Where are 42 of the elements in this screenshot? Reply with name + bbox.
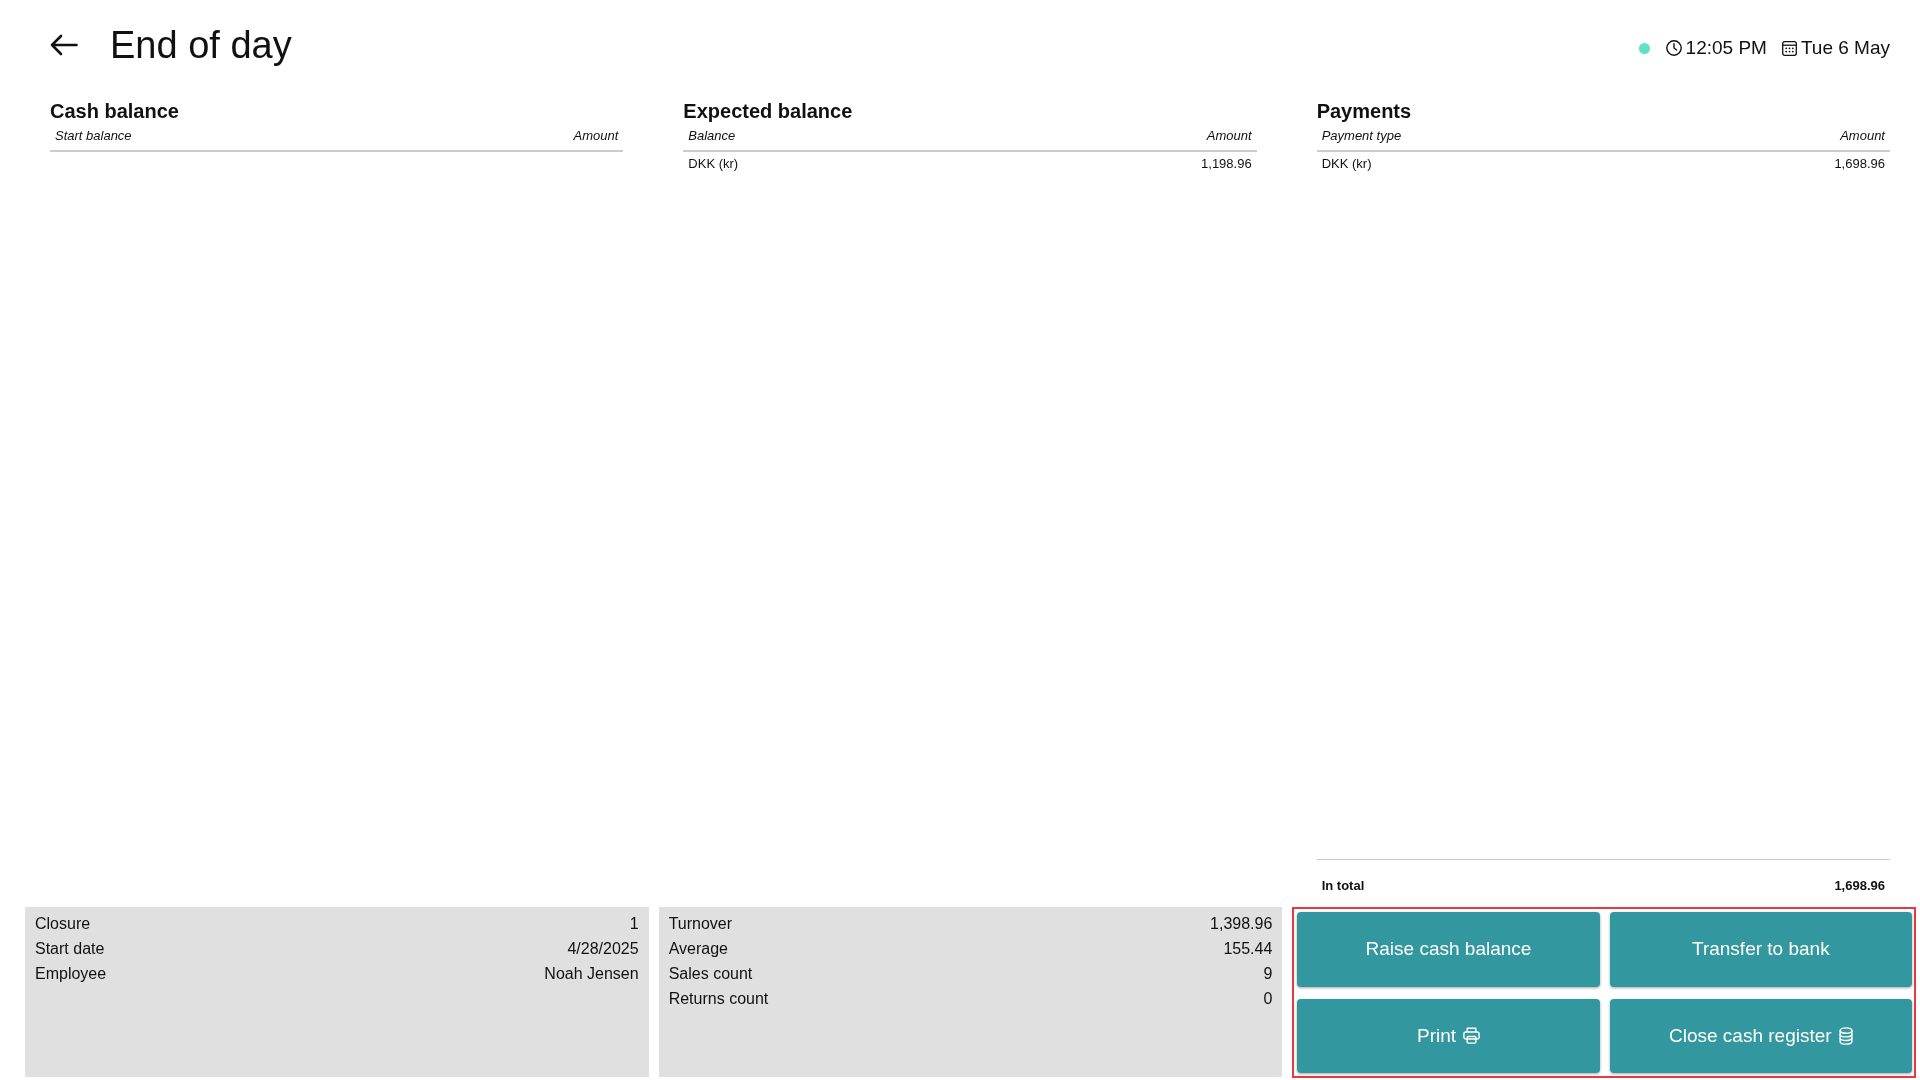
- column-header: Amount: [573, 128, 619, 144]
- page-title: End of day: [110, 23, 292, 67]
- total-value: 1,698.96: [1834, 878, 1885, 894]
- summary-value: 9: [1263, 964, 1273, 984]
- summary-value: 4/28/2025: [567, 939, 639, 959]
- current-date: Tue 6 May: [1800, 37, 1890, 59]
- table-cell: 1,198.96: [1201, 156, 1252, 172]
- summary-label: Employee: [35, 964, 107, 984]
- total-label: In total: [1321, 878, 1365, 894]
- action-button[interactable]: Print: [1297, 998, 1600, 1073]
- table-cell: 1,698.96: [1834, 156, 1885, 172]
- printer-icon: [1463, 1027, 1481, 1045]
- action-button[interactable]: Raise cash balance: [1297, 912, 1600, 987]
- column-header: Payment type: [1321, 128, 1402, 144]
- summary-value: 155.44: [1223, 939, 1273, 959]
- summary-label: Closure: [35, 914, 91, 934]
- action-button[interactable]: Transfer to bank: [1609, 912, 1912, 987]
- summary-value: 1: [629, 914, 639, 934]
- summary-value: 0: [1263, 989, 1273, 1009]
- table-cell: DKK (kr): [1321, 156, 1372, 172]
- calendar-icon: [1781, 40, 1797, 56]
- table-cell: DKK (kr): [688, 156, 739, 172]
- back-arrow-icon: [50, 34, 78, 56]
- coin-stack-icon: [1838, 1026, 1853, 1045]
- column-header: Start balance: [55, 128, 132, 144]
- summary-label: Turnover: [668, 914, 733, 934]
- column-header: Amount: [1206, 128, 1252, 144]
- summary-label: Returns count: [668, 989, 769, 1009]
- summary-label: Average: [668, 939, 728, 959]
- summary-label: Start date: [35, 939, 105, 959]
- back-button[interactable]: [50, 34, 78, 56]
- section-title: Expected balance: [683, 99, 854, 123]
- section-title: Cash balance: [50, 99, 180, 123]
- clock-time: 12:05 PM: [1685, 37, 1767, 59]
- summary-value: 1,398.96: [1210, 914, 1273, 934]
- section-title: Payments: [1316, 99, 1413, 123]
- action-button[interactable]: Close cash register: [1609, 998, 1912, 1073]
- column-header: Balance: [688, 128, 736, 144]
- summary-value: Noah Jensen: [544, 964, 639, 984]
- column-header: Amount: [1840, 128, 1885, 144]
- clock-icon: [1665, 40, 1682, 56]
- summary-label: Sales count: [668, 964, 753, 984]
